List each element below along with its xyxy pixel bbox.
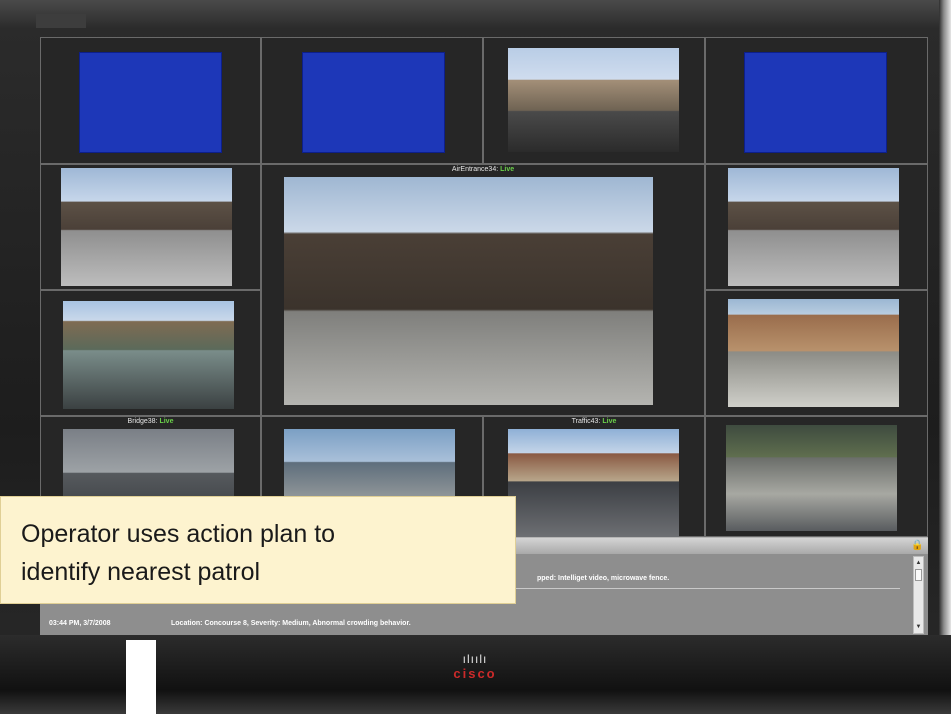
no-signal-feed[interactable] — [79, 52, 222, 153]
callout-line-1: Operator uses action plan to — [21, 520, 336, 548]
video-tile[interactable] — [40, 290, 261, 416]
video-tile[interactable] — [483, 37, 705, 164]
featured-camera-feed[interactable] — [284, 177, 653, 405]
right-edge-shadow — [939, 0, 951, 714]
live-status: Live — [159, 418, 174, 425]
video-tile[interactable] — [705, 37, 928, 164]
camera-feed-plaza[interactable] — [726, 425, 897, 531]
lock-icon[interactable]: 🔒 — [911, 540, 923, 551]
camera-feed-k9-patrol[interactable] — [63, 301, 234, 409]
featured-camera-caption: AirEntrance34: Live — [262, 166, 704, 174]
cisco-logo: ılıılı cisco — [420, 652, 530, 702]
video-tile[interactable] — [705, 416, 928, 537]
event-description: Location: Concourse 8, Severity: Medium,… — [171, 620, 411, 627]
video-tile[interactable] — [40, 37, 261, 164]
video-tile[interactable] — [705, 164, 928, 290]
event-log-scrollbar[interactable]: ▲ ▼ — [913, 556, 924, 634]
camera-name: Traffic43: — [571, 418, 601, 425]
scrollbar-thumb[interactable] — [915, 569, 922, 581]
camera-feed-border-fence[interactable] — [728, 168, 899, 286]
camera-feed-checkpoint[interactable] — [508, 48, 679, 152]
bezel-tab — [36, 14, 86, 28]
no-signal-feed[interactable] — [302, 52, 445, 153]
camera-feed-traffic[interactable] — [508, 429, 679, 537]
camera-feed-border-fence[interactable] — [61, 168, 232, 286]
callout-pointer — [126, 640, 156, 714]
video-wall-grid: AirEntrance34: Live Bridge38: Live Traff… — [40, 37, 928, 537]
no-signal-feed[interactable] — [744, 52, 887, 153]
video-tile[interactable] — [40, 164, 261, 290]
live-status: Live — [500, 166, 515, 173]
video-tile[interactable] — [261, 37, 483, 164]
event-description: pped: Intelliget video, microwave fence. — [537, 575, 670, 582]
event-time: 03:44 PM, 3/7/2008 — [49, 620, 111, 627]
scroll-down-icon[interactable]: ▼ — [914, 623, 923, 631]
video-tile[interactable]: Traffic43: Live — [483, 416, 705, 537]
video-tile[interactable] — [705, 290, 928, 416]
camera-caption: Bridge38: Live — [41, 418, 260, 426]
camera-feed-highway[interactable] — [728, 299, 899, 407]
event-row[interactable]: 03:44 PM, 3/7/2008 Location: Concourse 8… — [40, 615, 900, 633]
camera-caption: Traffic43: Live — [484, 418, 704, 426]
camera-name: AirEntrance34: — [451, 166, 499, 173]
annotation-callout: Operator uses action plan to identify ne… — [0, 496, 516, 604]
camera-name: Bridge38: — [127, 418, 158, 425]
callout-line-2: identify nearest patrol — [21, 558, 261, 586]
cisco-wordmark: cisco — [453, 666, 497, 681]
live-status: Live — [602, 418, 617, 425]
featured-video-tile[interactable]: AirEntrance34: Live — [261, 164, 705, 416]
cisco-bars-icon: ılıılı — [462, 652, 488, 666]
scroll-up-icon[interactable]: ▲ — [914, 559, 923, 567]
